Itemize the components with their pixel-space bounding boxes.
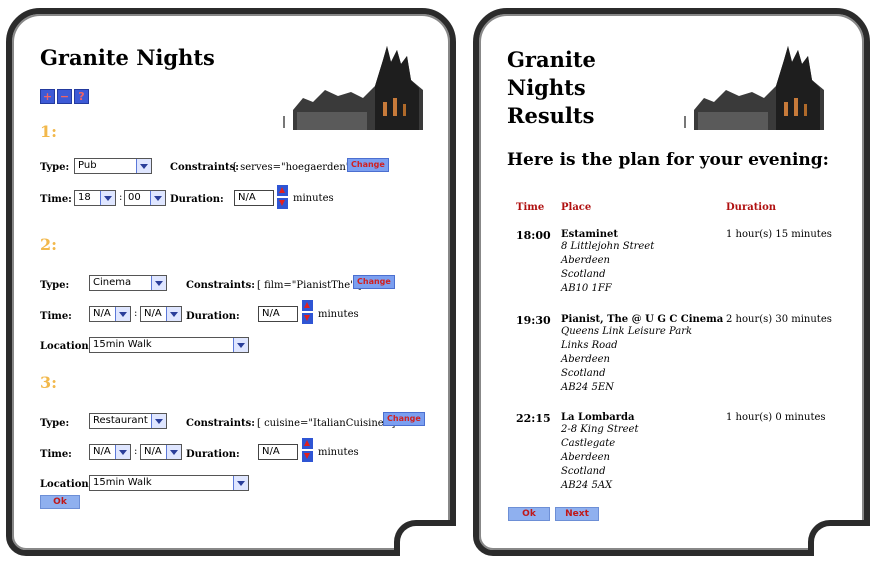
ok-button[interactable]: Ok <box>40 495 80 509</box>
type-label: Type: <box>40 280 70 291</box>
minute-select[interactable]: 00 <box>124 190 166 206</box>
location-label: Location: <box>40 479 93 490</box>
plan-row-time: 18:00 <box>516 229 551 242</box>
plan-row-duration: 1 hour(s) 0 minutes <box>726 412 826 423</box>
duration-input[interactable]: N/A <box>234 190 274 206</box>
constraints-value: [ film="PianistThe" ] <box>257 280 362 291</box>
increase-arrow-icon[interactable] <box>277 185 288 196</box>
duration-stepper[interactable] <box>302 300 313 324</box>
hour-select[interactable]: N/A <box>89 306 131 322</box>
plan-row-place: Estaminet 8 Littlejohn Street Aberdeen S… <box>561 229 655 294</box>
minutes-label: minutes <box>318 309 359 320</box>
plan-row-time: 22:15 <box>516 412 551 425</box>
type-label: Type: <box>40 162 70 173</box>
plan-row-place: La Lombarda 2-8 King Street Castlegate A… <box>561 412 639 491</box>
decrease-arrow-icon[interactable] <box>302 451 313 462</box>
type-select[interactable]: Restaurant <box>89 413 167 429</box>
duration-label: Duration: <box>186 311 240 322</box>
minute-select[interactable]: N/A <box>140 306 182 322</box>
constraints-label: Constraints: <box>186 280 255 291</box>
help-button[interactable]: ? <box>74 89 89 104</box>
duration-input[interactable]: N/A <box>258 444 298 460</box>
constraints-value: [ serves="hoegaerden" ] <box>233 162 358 173</box>
duration-input[interactable]: N/A <box>258 306 298 322</box>
add-slot-button[interactable]: + <box>40 89 55 104</box>
next-button[interactable]: Next <box>555 507 599 521</box>
hour-select[interactable]: 18 <box>74 190 116 206</box>
duration-label: Duration: <box>186 449 240 460</box>
remove-slot-button[interactable]: − <box>57 89 72 104</box>
location-select[interactable]: 15min Walk <box>89 475 249 491</box>
slot-number: 1: <box>40 122 58 141</box>
decrease-arrow-icon[interactable] <box>277 198 288 209</box>
results-title: Granite Nights Results <box>507 47 596 128</box>
duration-label: Duration: <box>170 194 224 205</box>
change-button[interactable]: Change <box>353 275 395 289</box>
duration-stepper[interactable] <box>277 185 288 209</box>
constraints-value: [ cuisine="ItalianCuisine" ] <box>257 418 396 429</box>
time-label: Time: <box>40 449 72 460</box>
type-select[interactable]: Pub <box>74 158 152 174</box>
slot-number: 2: <box>40 235 58 254</box>
results-ok-button[interactable]: Ok <box>508 507 550 521</box>
time-label: Time: <box>40 311 72 322</box>
change-button[interactable]: Change <box>383 412 425 426</box>
hour-select[interactable]: N/A <box>89 444 131 460</box>
toolbar: + −? <box>40 85 91 104</box>
plan-row-duration: 1 hour(s) 15 minutes <box>726 229 832 240</box>
type-label: Type: <box>40 418 70 429</box>
minutes-label: minutes <box>318 447 359 458</box>
time-label: Time: <box>40 194 72 205</box>
minutes-label: minutes <box>293 193 334 204</box>
minute-select[interactable]: N/A <box>140 444 182 460</box>
column-header-duration: Duration <box>726 202 777 213</box>
decrease-arrow-icon[interactable] <box>302 313 313 324</box>
slot-number: 3: <box>40 373 58 392</box>
constraints-label: Constraints: <box>170 162 239 173</box>
castle-logo-image <box>283 46 423 132</box>
column-header-place: Place <box>561 202 592 213</box>
change-button[interactable]: Change <box>347 158 389 172</box>
castle-logo-image <box>684 46 824 130</box>
increase-arrow-icon[interactable] <box>302 438 313 449</box>
plan-row-duration: 2 hour(s) 30 minutes <box>726 314 832 325</box>
duration-stepper[interactable] <box>302 438 313 462</box>
type-select[interactable]: Cinema <box>89 275 167 291</box>
location-select[interactable]: 15min Walk <box>89 337 249 353</box>
location-label: Location: <box>40 341 93 352</box>
column-header-time: Time <box>516 202 545 213</box>
page-title: Granite Nights <box>40 45 215 70</box>
plan-row-time: 19:30 <box>516 314 551 327</box>
constraints-label: Constraints: <box>186 418 255 429</box>
plan-heading: Here is the plan for your evening: <box>507 150 829 170</box>
plan-row-place: Pianist, The @ U G C Cinema Queens Link … <box>561 314 724 393</box>
increase-arrow-icon[interactable] <box>302 300 313 311</box>
